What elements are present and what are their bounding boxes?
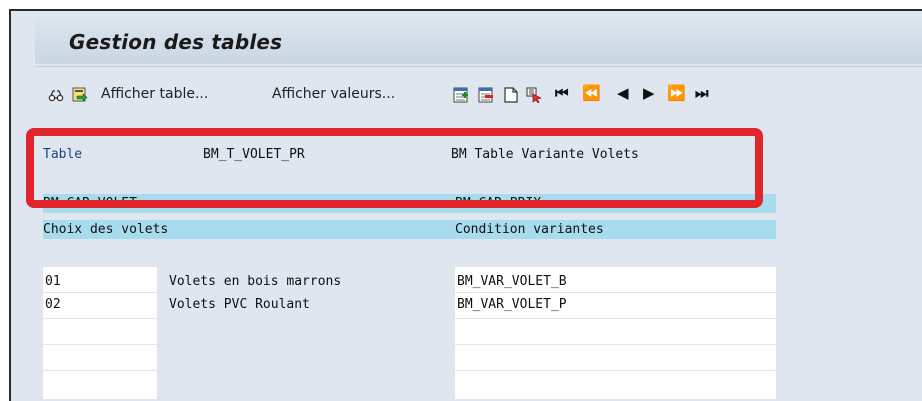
previous-icon[interactable]: ◀ (617, 84, 629, 102)
highlight-box (26, 128, 763, 208)
row-label: Volets en bois marrons (169, 274, 342, 289)
glasses-icon[interactable] (48, 87, 64, 103)
last-page-icon[interactable]: ⏭ (695, 84, 709, 102)
toolbar: Afficher table... Afficher valeurs... ⏮ … (35, 66, 922, 119)
row-value[interactable]: BM_VAR_VOLET_P (457, 297, 567, 312)
first-page-icon[interactable]: ⏮ (555, 84, 569, 102)
page-title: Gestion des tables (69, 30, 283, 54)
afficher-table-button[interactable]: Afficher table... (101, 86, 208, 102)
row-value[interactable]: BM_VAR_VOLET_B (457, 274, 567, 289)
add-row-icon[interactable] (453, 87, 469, 103)
row-code[interactable]: 01 (45, 274, 61, 289)
export-icon[interactable] (72, 87, 88, 103)
afficher-valeurs-button[interactable]: Afficher valeurs... (272, 86, 395, 102)
title-bar: Gestion des tables (35, 18, 922, 64)
row-code[interactable]: 02 (45, 297, 61, 312)
delete-row-icon[interactable] (478, 87, 494, 103)
row-label: Volets PVC Roulant (169, 297, 310, 312)
col1-title: Choix des volets (43, 222, 169, 237)
previous-page-icon[interactable]: ⏪ (582, 84, 601, 102)
select-cursor-icon[interactable] (526, 87, 542, 103)
new-page-icon[interactable] (503, 87, 519, 103)
col2-title: Condition variantes (455, 222, 604, 237)
next-icon[interactable]: ▶ (643, 84, 655, 102)
next-page-icon[interactable]: ⏩ (667, 84, 686, 102)
